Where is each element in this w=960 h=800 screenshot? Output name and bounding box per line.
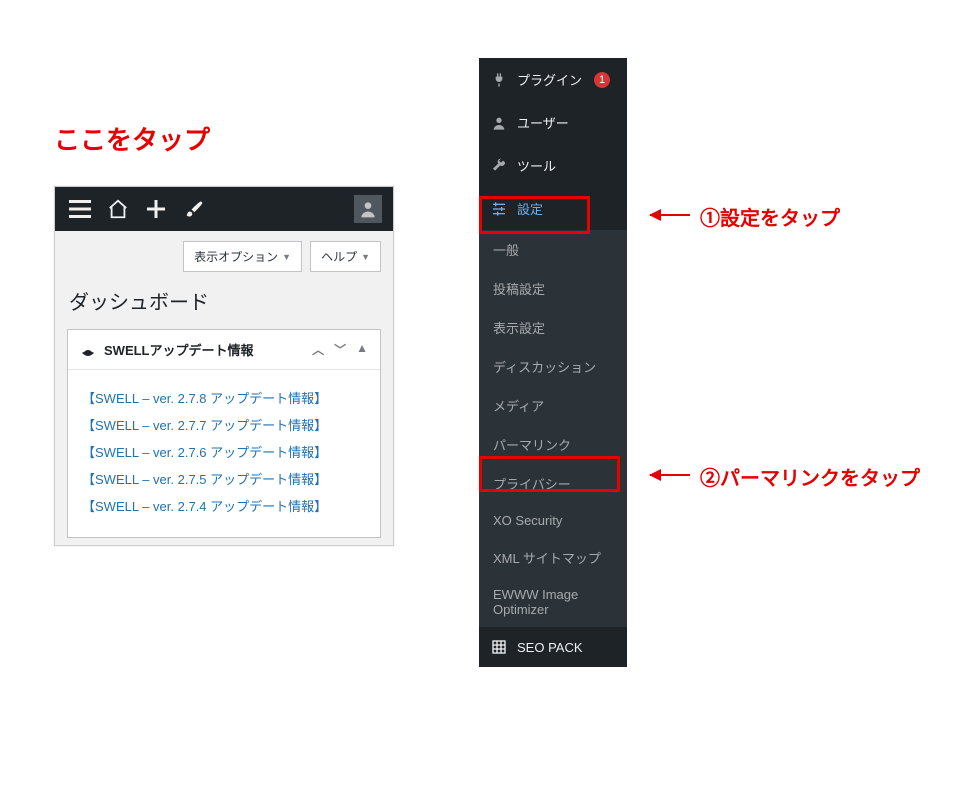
customize-button[interactable]	[175, 187, 213, 231]
dashboard-body: 表示オプション ▼ ヘルプ ▼ ダッシュボード SWELLアップデート情報 ︿ …	[55, 231, 393, 554]
plug-icon	[491, 72, 507, 88]
home-icon	[107, 198, 129, 220]
sidebar-item-label: SEO PACK	[517, 640, 583, 655]
sidebar-item-plugins[interactable]: プラグイン 1	[479, 58, 627, 101]
chevron-down-icon[interactable]: ﹀	[334, 341, 346, 358]
grid-icon	[491, 639, 507, 655]
sidebar-item-tools[interactable]: ツール	[479, 144, 627, 187]
profile-button[interactable]	[349, 187, 387, 231]
metabox-body: 【SWELL – ver. 2.7.8 アップデート情報】 【SWELL – v…	[68, 370, 380, 537]
chevron-up-icon[interactable]: ︿	[312, 341, 324, 358]
update-link[interactable]: 【SWELL – ver. 2.7.7 アップデート情報】	[82, 415, 366, 434]
arrow-left-icon	[650, 214, 690, 216]
screen-options-button[interactable]: 表示オプション ▼	[183, 241, 302, 272]
page-title: ダッシュボード	[69, 286, 381, 315]
submenu-item-privacy[interactable]: プライバシー	[479, 464, 627, 503]
submenu-item-media[interactable]: メディア	[479, 386, 627, 425]
settings-submenu: 一般 投稿設定 表示設定 ディスカッション メディア パーマリンク プライバシー…	[479, 230, 627, 627]
annotation-step2: ②パーマリンクをタップ	[700, 462, 920, 491]
submenu-item-xo-security[interactable]: XO Security	[479, 503, 627, 538]
submenu-item-reading[interactable]: 表示設定	[479, 308, 627, 347]
arrow-left-icon	[650, 474, 690, 476]
metabox-controls: ︿ ﹀ ▲	[312, 341, 368, 358]
mobile-dashboard-panel: 表示オプション ▼ ヘルプ ▼ ダッシュボード SWELLアップデート情報 ︿ …	[54, 186, 394, 546]
help-button[interactable]: ヘルプ ▼	[310, 241, 381, 272]
sidebar-item-seopack[interactable]: SEO PACK	[479, 627, 627, 667]
plus-icon	[146, 199, 166, 219]
paintbrush-icon	[184, 199, 204, 219]
swell-logo-icon	[80, 342, 96, 358]
triangle-up-icon[interactable]: ▲	[356, 341, 368, 358]
submenu-item-ewww[interactable]: EWWW Image Optimizer	[479, 577, 627, 627]
sidebar-item-label: 設定	[517, 199, 543, 218]
chevron-down-icon: ▼	[282, 252, 291, 262]
add-new-button[interactable]	[137, 187, 175, 231]
hamburger-icon	[69, 200, 91, 218]
annotation-step1: ①設定をタップ	[700, 202, 840, 231]
update-link[interactable]: 【SWELL – ver. 2.7.6 アップデート情報】	[82, 442, 366, 461]
submenu-item-xml-sitemap[interactable]: XML サイトマップ	[479, 538, 627, 577]
home-button[interactable]	[99, 187, 137, 231]
hamburger-menu-button[interactable]	[61, 187, 99, 231]
update-link[interactable]: 【SWELL – ver. 2.7.8 アップデート情報】	[82, 388, 366, 407]
wrench-icon	[491, 158, 507, 174]
submenu-item-permalink[interactable]: パーマリンク	[479, 425, 627, 464]
sidebar-item-label: ユーザー	[517, 113, 569, 132]
wp-admin-sidebar: プラグイン 1 ユーザー ツール 設定 一般 投稿設定 表示設定 ディスカッショ…	[479, 58, 627, 667]
sidebar-item-label: ツール	[517, 156, 556, 175]
sidebar-item-label: プラグイン	[517, 70, 582, 89]
user-icon	[358, 199, 378, 219]
update-link[interactable]: 【SWELL – ver. 2.7.4 アップデート情報】	[82, 496, 366, 515]
update-link[interactable]: 【SWELL – ver. 2.7.5 アップデート情報】	[82, 469, 366, 488]
sidebar-item-settings[interactable]: 設定	[479, 187, 627, 230]
update-count-badge: 1	[594, 72, 610, 88]
submenu-item-discussion[interactable]: ディスカッション	[479, 347, 627, 386]
annotation-tap-here: ここをタップ	[54, 120, 210, 157]
admin-toolbar	[55, 187, 393, 231]
submenu-item-writing[interactable]: 投稿設定	[479, 269, 627, 308]
screen-options-row: 表示オプション ▼ ヘルプ ▼	[67, 241, 381, 272]
metabox-title: SWELLアップデート情報	[104, 340, 254, 359]
sidebar-item-users[interactable]: ユーザー	[479, 101, 627, 144]
chevron-down-icon: ▼	[361, 252, 370, 262]
submenu-item-general[interactable]: 一般	[479, 230, 627, 269]
avatar	[354, 195, 382, 223]
screen-options-label: 表示オプション	[194, 248, 278, 265]
help-label: ヘルプ	[321, 248, 357, 265]
sliders-icon	[491, 201, 507, 217]
metabox-header[interactable]: SWELLアップデート情報 ︿ ﹀ ▲	[68, 330, 380, 370]
swell-update-metabox: SWELLアップデート情報 ︿ ﹀ ▲ 【SWELL – ver. 2.7.8 …	[67, 329, 381, 538]
user-icon	[491, 115, 507, 131]
